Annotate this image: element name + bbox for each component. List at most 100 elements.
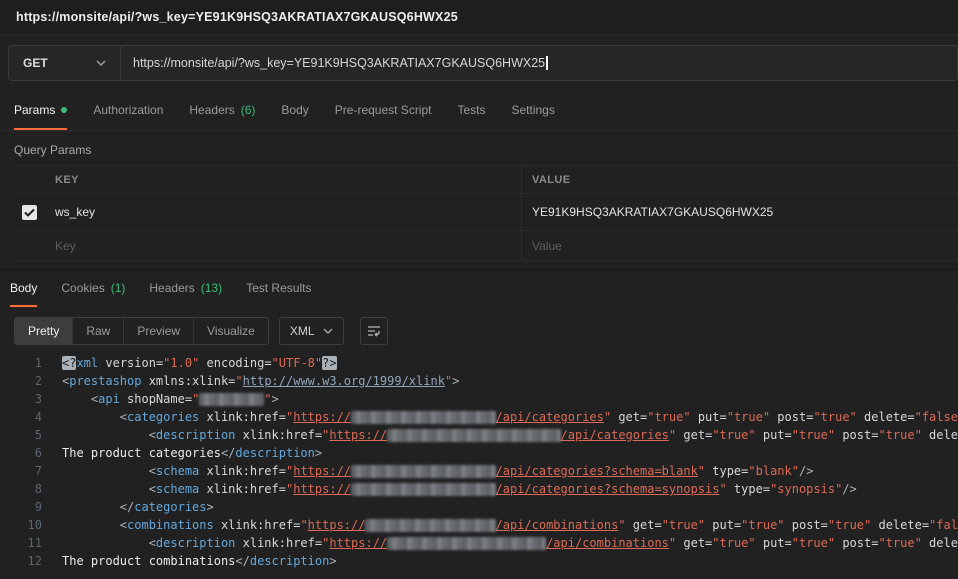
tab-settings[interactable]: Settings: [512, 91, 555, 130]
tab-label: Authorization: [93, 102, 164, 117]
line-number: 3: [34, 392, 42, 406]
tab-headers[interactable]: Headers (6): [189, 91, 255, 130]
code-token: <: [62, 518, 128, 532]
code-token: ": [264, 392, 272, 406]
response-link[interactable]: https://: [308, 518, 366, 532]
param-row: ws_key YE91K9HSQ3AKRATIAX7GKAUSQ6HWX25: [16, 194, 958, 231]
response-link[interactable]: /api/categories?schema=synopsis: [496, 482, 720, 496]
response-tab-body[interactable]: Body: [10, 270, 38, 307]
response-link[interactable]: http://www.w3.org/1999/xlink: [243, 374, 445, 388]
code-token: <: [62, 392, 99, 406]
code-token: xlink:href=: [199, 482, 286, 496]
response-link[interactable]: /api/combinations: [546, 536, 669, 550]
param-enabled-checkbox[interactable]: [22, 204, 37, 220]
tab-label: Body: [10, 280, 38, 295]
response-link[interactable]: https://: [293, 482, 351, 496]
view-raw[interactable]: Raw: [73, 318, 125, 344]
key-column-header: KEY: [55, 173, 79, 186]
code-token: ": [192, 392, 200, 406]
tab-label: Cookies: [61, 280, 105, 295]
key-placeholder-field[interactable]: Key: [55, 231, 521, 260]
tab-tests[interactable]: Tests: [457, 91, 485, 130]
tab-body[interactable]: Body: [281, 91, 308, 130]
code-token: ": [618, 518, 626, 532]
code-token: The product categories: [62, 446, 221, 460]
code-token: get=: [625, 518, 662, 532]
code-token: api: [98, 392, 120, 406]
param-placeholder-row: Key Value: [16, 231, 958, 261]
wrap-text-button[interactable]: [359, 317, 388, 345]
code-token: "false": [914, 410, 958, 424]
value-placeholder-field[interactable]: Value: [521, 231, 958, 260]
code-token: post=: [835, 428, 879, 442]
response-tab-test-results[interactable]: Test Results: [246, 270, 311, 307]
response-link[interactable]: https://: [329, 428, 387, 442]
tab-label: Headers: [149, 280, 195, 295]
redacted-blur: [365, 519, 496, 532]
code-token: "1.0": [163, 356, 200, 370]
tab-params[interactable]: Params: [14, 91, 68, 130]
url-text: https://monsite/api/?ws_key=YE91K9HSQ3AK…: [133, 56, 546, 70]
response-link[interactable]: https://: [329, 536, 387, 550]
code-token: categories: [127, 410, 200, 424]
request-bar: GET https://monsite/api/?ws_key=YE91K9HS…: [0, 35, 958, 91]
code-token: xlink:href=: [213, 518, 301, 532]
view-preview[interactable]: Preview: [124, 318, 195, 344]
format-select[interactable]: XML: [278, 317, 344, 345]
code-token: "true": [791, 428, 836, 442]
response-tab-cookies[interactable]: Cookies (1): [61, 270, 125, 307]
unsaved-changes-dot: [61, 106, 68, 113]
response-link[interactable]: https://: [293, 410, 351, 424]
code-token: description: [155, 536, 236, 550]
tab-pre-request-script[interactable]: Pre-request Script: [335, 91, 432, 130]
code-token: version=: [98, 356, 164, 370]
code-line: 5 <description xlink:href="https:///api/…: [0, 426, 958, 444]
line-number: 12: [27, 554, 42, 568]
code-token: </: [220, 446, 236, 460]
checkbox-cell: [16, 194, 55, 230]
tab-label: Settings: [511, 102, 555, 117]
code-token: >: [329, 554, 337, 568]
code-token: ": [697, 464, 706, 478]
code-line: 4 <categories xlink:href="https:///api/c…: [0, 408, 958, 426]
url-input[interactable]: https://monsite/api/?ws_key=YE91K9HSQ3AK…: [121, 46, 957, 80]
code-token: />: [798, 464, 814, 478]
check-icon: [24, 208, 35, 217]
response-link[interactable]: /api/categories: [496, 410, 604, 424]
params-header-row: KEY VALUE: [16, 165, 958, 194]
code-token: post=: [770, 410, 814, 424]
code-token: categories: [134, 500, 207, 514]
tab-count: (6): [240, 102, 256, 117]
tab-count: (1): [110, 280, 126, 295]
params-table: KEY VALUE ws_key YE91K9HSQ3AKRATIAX7GKAU…: [16, 165, 958, 261]
code-token: ": [719, 482, 727, 496]
code-line: 8 <schema xlink:href= " https:// /api/categ…: [0, 480, 958, 498]
code-token: "true": [878, 536, 922, 550]
response-tab-headers[interactable]: Headers (13): [149, 270, 222, 307]
code-token: >: [271, 392, 279, 406]
code-line: 2 <prestashop xmlns:xlink="http://www.w3.…: [0, 372, 958, 390]
param-value-field[interactable]: YE91K9HSQ3AKRATIAX7GKAUSQ6HWX25: [521, 194, 958, 230]
line-number: 2: [34, 374, 42, 388]
code-token: </: [62, 500, 135, 514]
code-token: get=: [676, 536, 713, 550]
redacted-blur: [387, 537, 547, 550]
wrap-text-icon: [367, 326, 380, 337]
code-token: "false": [929, 518, 958, 532]
tab-authorization[interactable]: Authorization: [93, 91, 163, 130]
view-pretty[interactable]: Pretty: [15, 318, 74, 344]
tab-label: Params: [14, 102, 56, 117]
param-key-field[interactable]: ws_key: [55, 194, 521, 230]
code-token: >: [206, 500, 214, 514]
tab-label: Test Results: [246, 280, 312, 295]
code-token: "true": [726, 410, 771, 424]
method-select[interactable]: GET: [9, 46, 121, 80]
view-visualize[interactable]: Visualize: [194, 318, 268, 344]
response-link[interactable]: /api/categories: [561, 428, 669, 442]
response-link[interactable]: /api/categories?schema=blank: [496, 464, 698, 478]
code-token: ?>: [322, 356, 337, 370]
response-link[interactable]: https://: [293, 464, 351, 478]
code-token: post=: [835, 536, 879, 550]
response-link[interactable]: /api/combinations: [496, 518, 619, 532]
window-titlebar: https://monsite/api/?ws_key=YE91K9HSQ3AK…: [0, 0, 958, 35]
